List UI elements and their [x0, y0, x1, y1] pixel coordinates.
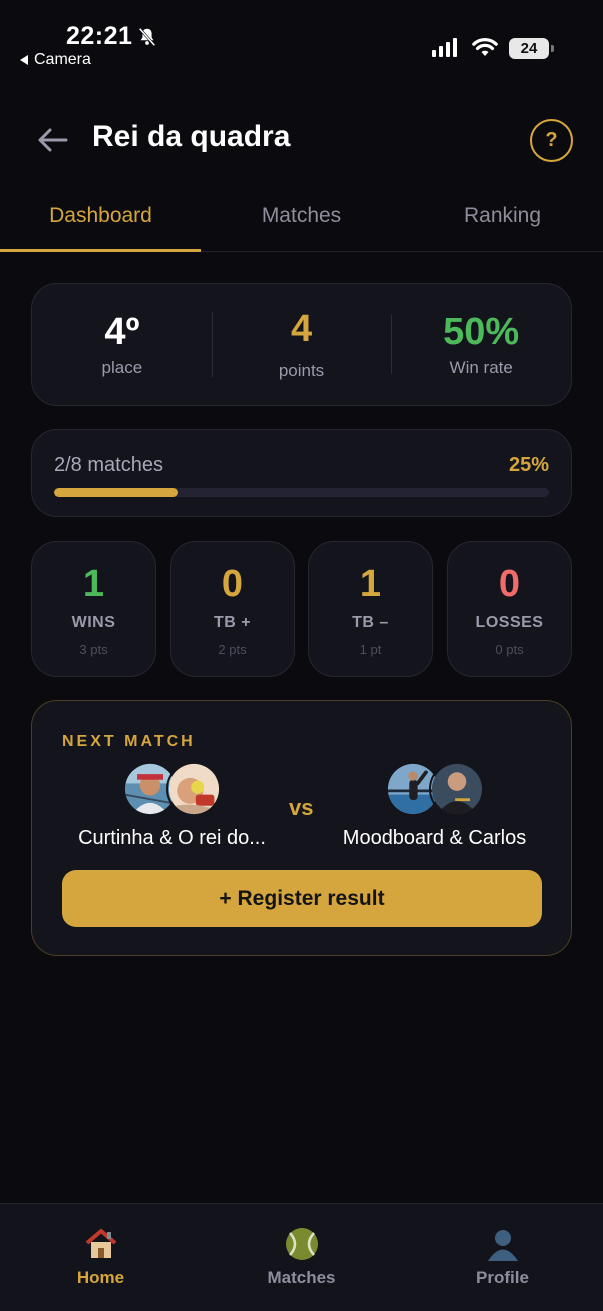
losses-points: 0 pts	[495, 642, 524, 657]
tab-bar: Dashboard Matches Ranking	[0, 190, 603, 252]
tb-plus-label: TB +	[213, 614, 252, 631]
status-time: 22:21	[66, 22, 133, 50]
nav-home-label: Home	[76, 1268, 125, 1287]
matches-progress-label: 2/8 matches	[54, 454, 163, 476]
tb-minus-value: 1	[359, 563, 382, 605]
points-value: 4	[290, 308, 313, 350]
house-icon	[85, 1229, 116, 1258]
tb-minus-points: 1 pt	[359, 642, 382, 657]
place-value: 4º	[104, 311, 140, 353]
avatar	[166, 761, 222, 817]
place-label: place	[101, 358, 143, 377]
tb-minus-label: TB –	[352, 614, 389, 631]
help-button[interactable]: ?	[530, 119, 573, 162]
back-arrow-icon[interactable]	[34, 124, 70, 156]
wins-value: 1	[82, 563, 105, 605]
person-icon	[487, 1230, 518, 1261]
bottom-nav: Home Matches Profile	[0, 1203, 603, 1311]
matches-progress-percent: 25%	[508, 454, 549, 476]
bell-muted-icon	[138, 27, 156, 47]
tb-plus-value: 0	[221, 563, 244, 605]
winrate-value: 50%	[443, 311, 520, 353]
losses-label: LOSSES	[475, 614, 544, 631]
progress-track	[54, 488, 549, 497]
losses-value: 0	[498, 563, 521, 605]
tab-dashboard[interactable]: Dashboard	[0, 190, 201, 252]
tb-minus-card: 1 TB – 1 pt	[308, 541, 433, 677]
nav-profile-label: Profile	[476, 1268, 529, 1287]
back-app-label: Camera	[34, 51, 91, 68]
tennis-ball-icon	[285, 1228, 318, 1260]
place-stat: 4º place	[32, 311, 212, 378]
team-left[interactable]: Curtinha & O rei do...	[52, 761, 292, 850]
wifi-icon	[472, 38, 498, 56]
wins-card: 1 WINS 3 pts	[31, 541, 156, 677]
progress-card: 2/8 matches 25%	[31, 429, 572, 517]
points-label: points	[278, 361, 325, 380]
wins-points: 3 pts	[79, 642, 108, 657]
tab-matches[interactable]: Matches	[201, 190, 402, 251]
avatar	[428, 761, 485, 817]
nav-home[interactable]: Home	[0, 1204, 201, 1311]
cellular-signal-icon	[432, 38, 457, 57]
progress-fill	[54, 488, 178, 497]
tab-ranking[interactable]: Ranking	[402, 190, 603, 251]
team-left-name: Curtinha & O rei do...	[78, 827, 266, 849]
nav-matches[interactable]: Matches	[201, 1204, 402, 1311]
battery-indicator: 24	[509, 38, 554, 59]
register-result-button[interactable]: + Register result	[62, 870, 542, 927]
vs-label: vs	[289, 795, 314, 820]
summary-card: 4º place 4 points 50% Win rate	[31, 283, 572, 406]
team-right-name: Moodboard & Carlos	[342, 827, 527, 849]
team-right[interactable]: Moodboard & Carlos	[322, 761, 547, 850]
points-stat: 4 points	[211, 308, 392, 381]
winrate-stat: 50% Win rate	[391, 311, 571, 378]
back-to-app-link[interactable]: Camera	[20, 51, 91, 69]
wins-label: WINS	[71, 614, 116, 631]
winrate-label: Win rate	[449, 358, 513, 377]
tb-plus-card: 0 TB + 2 pts	[170, 541, 295, 677]
tb-plus-points: 2 pts	[218, 642, 247, 657]
page-title: Rei da quadra	[92, 120, 291, 153]
losses-card: 0 LOSSES 0 pts	[447, 541, 572, 677]
next-match-card: NEXT MATCH Curtinha & O rei do... vs Moo…	[31, 700, 572, 956]
back-triangle-icon	[20, 55, 28, 65]
next-match-heading: NEXT MATCH	[62, 733, 196, 750]
nav-profile[interactable]: Profile	[402, 1204, 603, 1311]
nav-matches-label: Matches	[267, 1268, 336, 1287]
